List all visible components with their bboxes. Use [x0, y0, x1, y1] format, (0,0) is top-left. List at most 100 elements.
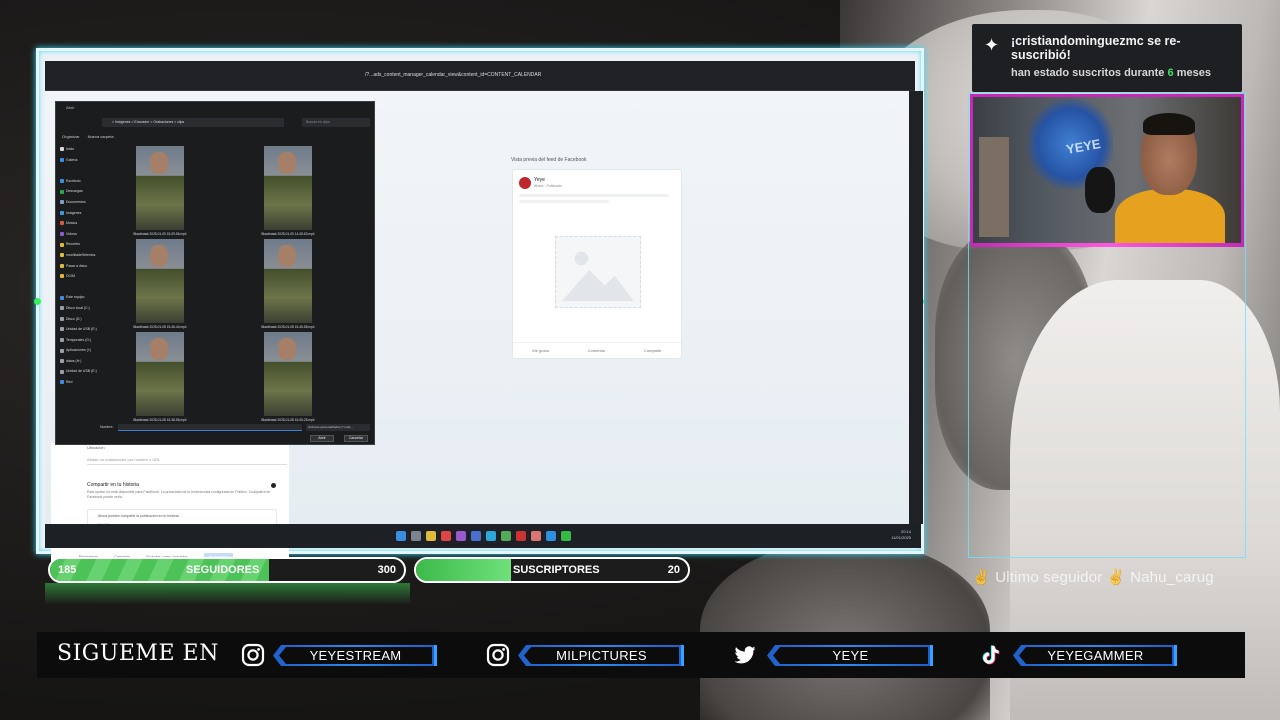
instagram-icon[interactable]	[486, 643, 510, 667]
path-bar[interactable]: > Imágenes > Encuadre > Grabaciones > cl…	[102, 118, 284, 127]
photoshop-icon[interactable]	[485, 531, 496, 541]
sidebar-item-label: Unidad de USB (E:)	[66, 327, 97, 332]
sidebar-item[interactable]: Documentos	[60, 197, 114, 208]
sidebar-item[interactable]: Este equipo	[60, 292, 114, 303]
file-type-select[interactable]: Archivos personalizados (*.mp4;...	[306, 424, 370, 431]
sidebar-item-label: Este equipo	[66, 295, 85, 300]
file-grid: Blackhawk 2025-01-09 15-09-56.mp4 Blackha…	[118, 146, 368, 422]
sidebar-item[interactable]: Galería	[60, 155, 114, 166]
fb-page-sub: Ahora · Publicado	[534, 184, 562, 188]
sidebar-item-label: Aplicaciones (I:)	[66, 348, 91, 353]
goal-glow	[45, 583, 410, 605]
clock-date: 11/01/2025	[891, 535, 911, 540]
search-icon[interactable]	[410, 531, 421, 541]
new-folder-button[interactable]: Nueva carpeta	[88, 134, 114, 139]
social-handle-pill[interactable]: MILPICTURES	[518, 645, 684, 666]
sidebar-item-label: Disco (D:)	[66, 316, 82, 321]
file-name: Blackhawk 2025-01-08 15-38-58.mp4	[133, 418, 187, 422]
webcam-shelf	[979, 137, 1009, 237]
start-icon[interactable]	[395, 531, 406, 541]
sidebar-item[interactable]: Escritorio	[60, 176, 114, 187]
video-thumbnail[interactable]	[264, 146, 312, 230]
file-name-input[interactable]	[118, 424, 302, 431]
webcam: YEYE	[970, 94, 1244, 246]
sidebar-item[interactable]: Pasar a disco	[60, 261, 114, 272]
organize-button[interactable]: Organizar	[62, 134, 80, 139]
share-story-toggle[interactable]	[271, 483, 276, 488]
share-story-desc: Esta opción no está disponible para Face…	[87, 490, 271, 499]
sidebar-item[interactable]: Aplicaciones (I:)	[60, 345, 114, 356]
folder-icon	[60, 327, 64, 332]
app-icon[interactable]	[560, 531, 571, 541]
sidebar-item-label: Unidad de USB (E:)	[66, 369, 97, 374]
after-effects-icon[interactable]	[470, 531, 481, 541]
screen-capture: /?...ads_content_manager_calendar_view&c…	[34, 48, 924, 563]
folder-icon	[60, 253, 64, 258]
sidebar-item-label: datos (H:)	[66, 358, 82, 363]
sidebar-item[interactable]: Red	[60, 377, 114, 388]
folder-icon[interactable]	[425, 531, 436, 541]
sidebar-item[interactable]: datos (H:)	[60, 356, 114, 367]
subscribers-goal-fill	[416, 559, 512, 581]
page-area: Vista previa del feed de Facebook Yeye A…	[45, 91, 909, 563]
image-placeholder-icon	[555, 236, 641, 308]
sidebar-item-label: mochiladeSelectos	[66, 252, 96, 257]
social-handle-pill[interactable]: YEYESTREAM	[273, 645, 437, 666]
alert-subtitle-suffix: meses	[1176, 67, 1211, 79]
folder-icon	[60, 263, 64, 268]
subscribers-goal-bar: SUSCRIPTORES 20	[414, 557, 690, 583]
video-thumbnail[interactable]	[264, 239, 312, 323]
video-thumbnail[interactable]	[136, 332, 184, 416]
sidebar-item[interactable]: Descargas	[60, 186, 114, 197]
folder-icon	[60, 369, 64, 374]
sidebar-item-label: Disco local (C:)	[66, 305, 90, 310]
app-icon[interactable]	[530, 531, 541, 541]
folder-icon	[60, 306, 64, 311]
social-handle-pill[interactable]: YEYE	[767, 645, 933, 666]
file-name: Blackhawk 2025-01-09 15-09-56.mp4	[133, 232, 187, 236]
sidebar-item[interactable]: Temporales (G:)	[60, 335, 114, 346]
chrome-icon[interactable]	[440, 531, 451, 541]
video-thumbnail[interactable]	[136, 239, 184, 323]
sidebar-item[interactable]: Imágenes	[60, 208, 114, 219]
subscribers-target: 20	[667, 564, 680, 576]
share-action[interactable]: Compartir	[644, 348, 662, 353]
social-handle-pill[interactable]: YEYEGAMMER	[1013, 645, 1177, 666]
folder-icon	[60, 380, 64, 385]
sidebar-item[interactable]: mochiladeSelectos	[60, 250, 114, 261]
social-bar: SIGUEME EN YEYESTREAM MILPICTURES YEYE Y…	[37, 632, 1245, 678]
sidebar-item[interactable]: Disco local (C:)	[60, 303, 114, 314]
sidebar-item[interactable]: Música	[60, 218, 114, 229]
sidebar-item-label: Galería	[66, 157, 78, 162]
sidebar-item[interactable]: DCIM	[60, 271, 114, 282]
app-icon[interactable]	[545, 531, 556, 541]
tiktok-icon[interactable]	[980, 643, 1004, 667]
sidebar-item-label: Música	[66, 221, 78, 226]
twitter-icon[interactable]	[733, 643, 757, 667]
sidebar-item-label: Recortes	[66, 242, 81, 247]
last-follower: ✌ Ultimo seguidor ✌ Nahu_carug	[972, 569, 1214, 586]
fb-actions: Me gusta Comentar Compartir	[513, 342, 681, 358]
like-action[interactable]: Me gusta	[532, 348, 548, 353]
app-icon[interactable]	[500, 531, 511, 541]
folder-icon	[60, 210, 64, 215]
video-thumbnail[interactable]	[264, 332, 312, 416]
open-button[interactable]: Abrir	[310, 435, 334, 442]
video-thumbnail[interactable]	[136, 146, 184, 230]
folder-icon	[60, 242, 64, 247]
collaborator-input[interactable]: Añade un colaborador por nombre o URL	[87, 455, 287, 465]
address-bar[interactable]: /?...ads_content_manager_calendar_view&c…	[365, 69, 865, 81]
placeholder-line	[519, 200, 609, 203]
app-icon[interactable]	[515, 531, 526, 541]
sidebar-item[interactable]: Recortes	[60, 239, 114, 250]
follow-title: SIGUEME EN	[57, 641, 219, 666]
cancel-button[interactable]: Cancelar	[344, 435, 368, 442]
search-input[interactable]: Buscar en clips	[302, 118, 370, 127]
sidebar-item[interactable]: Disco (D:)	[60, 314, 114, 325]
webcam-bottom-bar	[972, 243, 1244, 247]
sidebar-item[interactable]: Inicio	[60, 144, 114, 155]
sidebar-item[interactable]: Unidad de USB (E:)	[60, 366, 114, 377]
premiere-icon[interactable]	[455, 531, 466, 541]
instagram-icon[interactable]	[241, 643, 265, 667]
comment-action[interactable]: Comentar	[588, 348, 606, 353]
